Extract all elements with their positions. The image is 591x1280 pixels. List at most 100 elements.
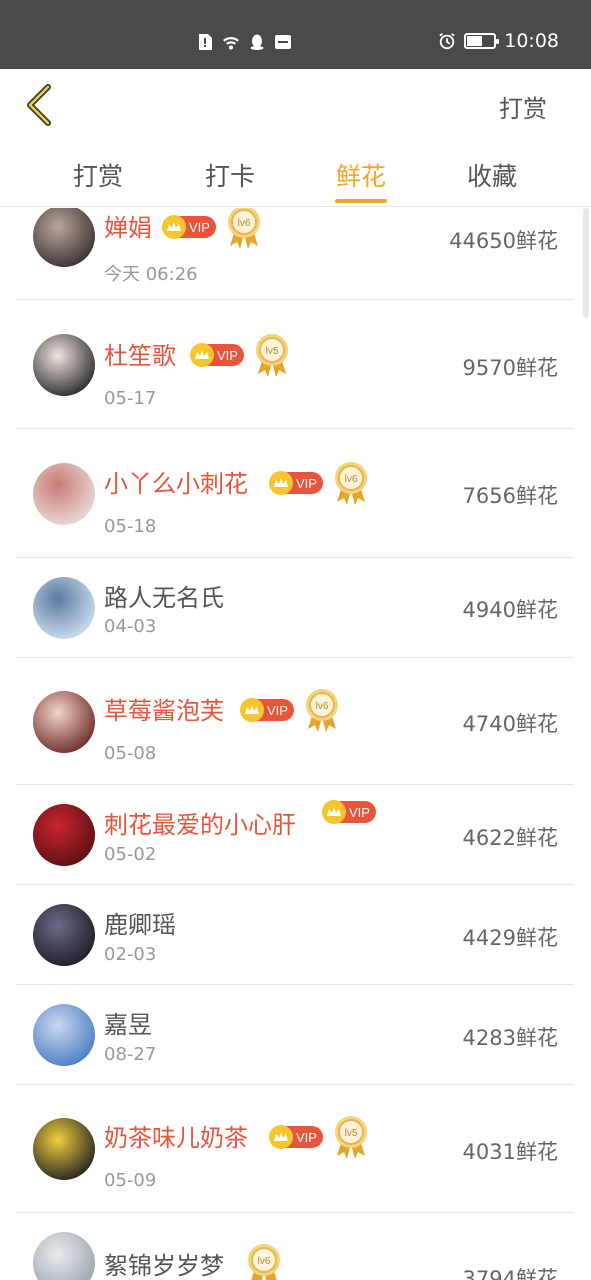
list-item[interactable]: 婵娟 VIP lv6 今天 06:26 44650鲜花: [16, 208, 574, 300]
user-name: 小丫么小刺花: [104, 470, 248, 498]
reward-date: 02-03: [104, 944, 157, 965]
status-time: 10:08: [504, 30, 559, 52]
reward-date: 05-08: [104, 743, 157, 764]
crown-icon: [190, 343, 214, 367]
list-item[interactable]: 奶茶味儿奶茶 VIP lv5 05-09 4031鲜花: [16, 1085, 574, 1213]
level-badge-icon: lv5: [254, 332, 290, 378]
list-item[interactable]: 絮锦岁岁梦 lv6 3794鲜花: [16, 1213, 574, 1280]
user-badges: lv6: [246, 1242, 282, 1280]
reward-date: 05-18: [104, 516, 157, 537]
list-item[interactable]: 路人无名氏 04-03 4940鲜花: [16, 558, 574, 658]
reward-date: 08-27: [104, 1044, 157, 1065]
avatar[interactable]: [33, 904, 95, 966]
level-label: lv6: [345, 474, 358, 485]
vip-badge: VIP: [240, 698, 294, 722]
vip-badge: VIP: [269, 1125, 323, 1149]
level-badge-icon: lv6: [246, 1242, 282, 1280]
sms-icon: [275, 35, 291, 49]
back-chevron-icon[interactable]: [20, 83, 60, 127]
crown-icon: [162, 215, 186, 239]
user-name: 草莓酱泡芙: [104, 697, 224, 725]
list-item[interactable]: 鹿卿瑶 02-03 4429鲜花: [16, 885, 574, 985]
list-item[interactable]: 刺花最爱的小心肝 VIP 05-02 4622鲜花: [16, 785, 574, 885]
flower-amount: 4740鲜花: [462, 712, 558, 736]
vip-label: VIP: [296, 1129, 317, 1145]
top-nav-bar: 打赏: [0, 69, 591, 139]
level-badge-icon: lv6: [304, 687, 340, 733]
vip-badge: VIP: [162, 215, 216, 239]
level-label: lv6: [238, 218, 251, 229]
vip-label: VIP: [349, 804, 370, 820]
crown-icon: [240, 698, 264, 722]
user-badges: VIP lv6: [240, 687, 340, 733]
vip-badge: VIP: [269, 471, 323, 495]
level-label: lv5: [345, 1128, 358, 1139]
avatar[interactable]: [33, 804, 95, 866]
avatar[interactable]: [33, 463, 95, 525]
user-name: 刺花最爱的小心肝: [104, 811, 296, 839]
alarm-icon: [439, 33, 455, 50]
avatar[interactable]: [33, 1118, 95, 1180]
list-item[interactable]: 小丫么小刺花 VIP lv6 05-18 7656鲜花: [16, 430, 574, 558]
user-name: 鹿卿瑶: [104, 911, 176, 939]
user-badges: VIP lv6: [162, 208, 262, 250]
vip-badge: VIP: [322, 800, 376, 824]
tab-bar: 打赏 打卡 鲜花 收藏: [0, 139, 591, 207]
user-name: 杜笙歌: [104, 342, 176, 370]
list-item[interactable]: 杜笙歌 VIP lv5 05-17 9570鲜花: [16, 301, 574, 429]
flower-amount: 7656鲜花: [462, 484, 558, 508]
level-label: lv5: [266, 346, 279, 357]
status-bar: 10:08: [0, 0, 591, 69]
avatar[interactable]: [33, 208, 95, 267]
reward-date: 05-02: [104, 844, 157, 865]
vip-label: VIP: [296, 475, 317, 491]
flower-amount: 4283鲜花: [462, 1026, 558, 1050]
reward-date: 今天 06:26: [104, 264, 198, 285]
user-badges: VIP: [322, 800, 376, 824]
tab-checkin[interactable]: 打卡: [190, 157, 270, 193]
tab-flowers[interactable]: 鲜花: [321, 157, 401, 193]
user-name: 嘉昱: [104, 1011, 152, 1039]
battery-icon: [464, 33, 500, 49]
list-item[interactable]: 草莓酱泡芙 VIP lv6 05-08 4740鲜花: [16, 658, 574, 785]
flower-ranking-list: 婵娟 VIP lv6 今天 06:26 44650鲜花杜笙歌 VIP lv5 05-1…: [0, 208, 591, 1280]
avatar[interactable]: [33, 334, 95, 396]
reward-date: 04-03: [104, 616, 157, 637]
scrollbar[interactable]: [583, 208, 589, 318]
user-name: 奶茶味儿奶茶: [104, 1124, 248, 1152]
flower-amount: 44650鲜花: [449, 229, 558, 253]
flower-amount: 4429鲜花: [462, 926, 558, 950]
reward-action-button[interactable]: 打赏: [499, 89, 547, 124]
level-badge-icon: lv6: [333, 460, 369, 506]
avatar[interactable]: [33, 690, 95, 753]
level-label: lv6: [258, 1256, 271, 1267]
user-badges: VIP lv5: [269, 1114, 369, 1160]
flower-amount: 9570鲜花: [462, 356, 558, 380]
reward-date: 05-17: [104, 388, 157, 409]
avatar[interactable]: [33, 1232, 95, 1280]
user-name: 路人无名氏: [104, 584, 224, 612]
tab-favorites[interactable]: 收藏: [452, 157, 532, 193]
crown-icon: [322, 800, 346, 824]
wifi-icon: [223, 36, 239, 50]
sim-alert-icon: [199, 34, 212, 50]
vip-label: VIP: [217, 347, 238, 363]
avatar[interactable]: [33, 577, 95, 639]
flower-amount: 3794鲜花: [462, 1267, 558, 1280]
flower-amount: 4031鲜花: [462, 1140, 558, 1164]
flower-amount: 4622鲜花: [462, 826, 558, 850]
vip-label: VIP: [189, 219, 210, 235]
level-badge-icon: lv5: [333, 1114, 369, 1160]
user-badges: VIP lv6: [269, 460, 369, 506]
reward-date: 05-09: [104, 1170, 157, 1191]
vip-label: VIP: [267, 702, 288, 718]
avatar[interactable]: [33, 1004, 95, 1066]
level-label: lv6: [316, 701, 329, 712]
user-name: 婵娟: [104, 214, 152, 242]
flower-amount: 4940鲜花: [462, 598, 558, 622]
list-item[interactable]: 嘉昱 08-27 4283鲜花: [16, 985, 574, 1085]
user-badges: VIP lv5: [190, 332, 290, 378]
status-icons: [196, 33, 292, 51]
tab-reward[interactable]: 打赏: [58, 157, 138, 193]
crown-icon: [269, 471, 293, 495]
